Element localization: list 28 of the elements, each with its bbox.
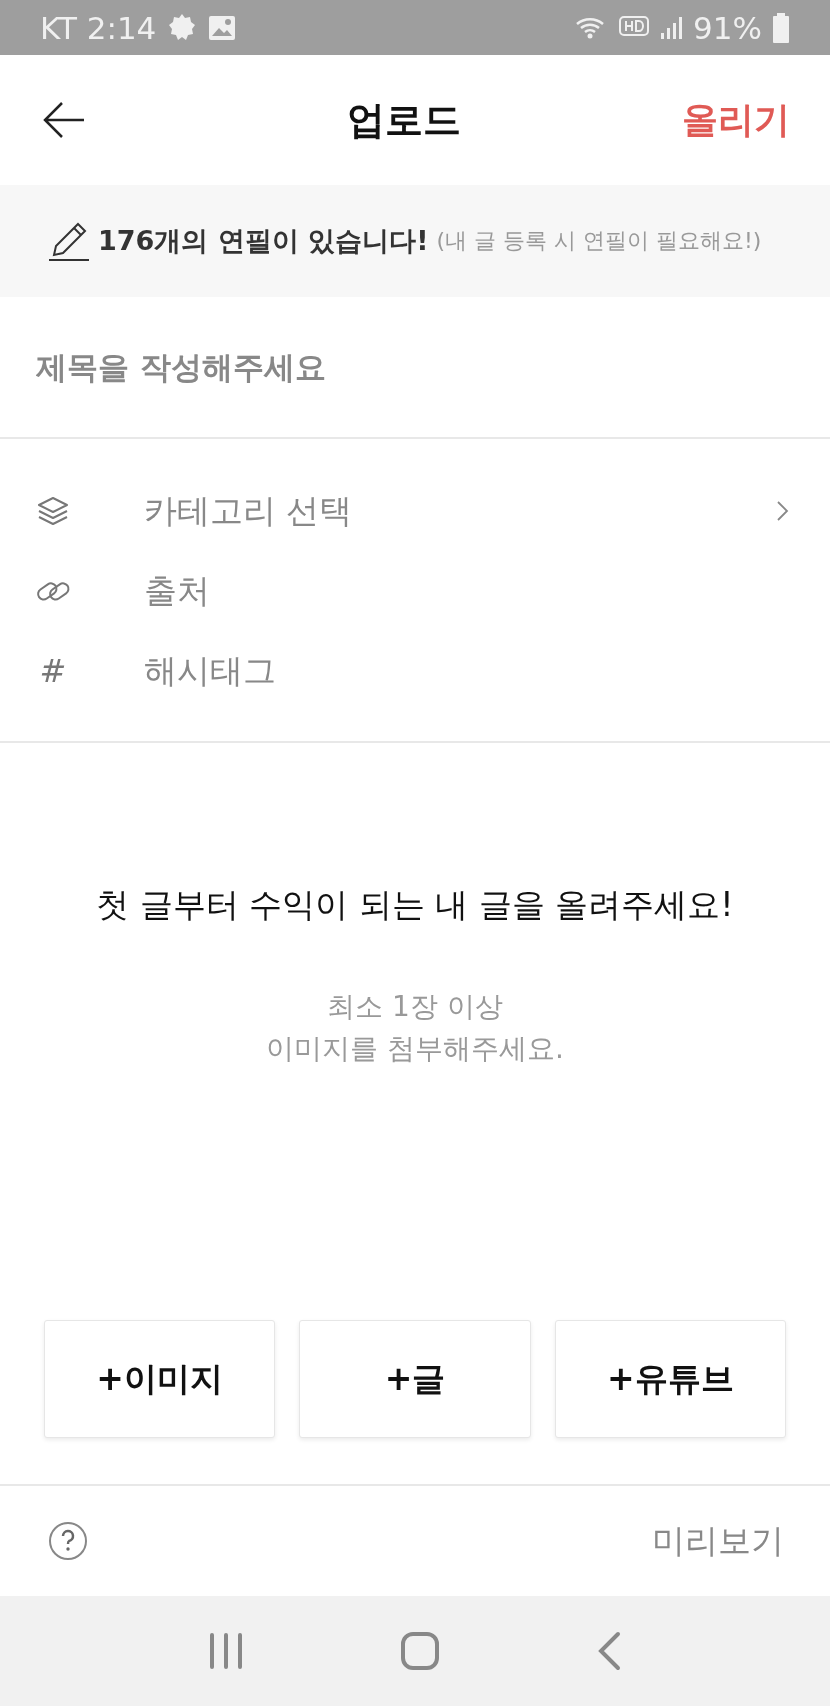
recent-apps-icon[interactable] [208, 1633, 244, 1669]
page-title: 업로드 [347, 96, 461, 144]
post-button[interactable]: 올리기 [682, 95, 790, 145]
home-icon[interactable] [400, 1631, 440, 1671]
battery-icon [772, 12, 790, 43]
add-content-button[interactable]: +이미지 [44, 1320, 276, 1438]
hint-text: 이미지를 첨부해주세요. [266, 1031, 564, 1067]
layers-icon [36, 494, 70, 528]
add-content-button[interactable]: +글 [299, 1320, 531, 1438]
option-item[interactable]: 출처 [144, 568, 790, 614]
pencil-icon [48, 220, 90, 262]
battery-percent: 91% [693, 9, 762, 46]
hint-text: 최소 1장 이상 [327, 989, 503, 1025]
pencil-note: (내 글 등록 시 연필이 필요해요!) [436, 227, 762, 255]
chevron-right-icon[interactable] [776, 500, 790, 522]
add-content-button[interactable]: +유튜브 [554, 1320, 786, 1438]
preview-button[interactable]: 미리보기 [652, 1518, 784, 1564]
back-arrow-icon[interactable] [42, 101, 86, 139]
image-icon [208, 14, 237, 41]
signal-icon [659, 14, 684, 41]
status-time: KT 2:14 [40, 9, 157, 46]
option-item[interactable]: 해시태그 [144, 648, 790, 694]
help-icon[interactable] [48, 1521, 88, 1561]
back-icon[interactable] [596, 1631, 622, 1671]
pencil-count: 176개의 연필이 있습니다! [98, 224, 429, 258]
hashtag-icon: # [36, 652, 70, 690]
empty-headline: 첫 글부터 수익이 되는 내 글을 올려주세요! [96, 884, 734, 926]
option-item[interactable]: 카테고리 선택 [144, 488, 776, 534]
